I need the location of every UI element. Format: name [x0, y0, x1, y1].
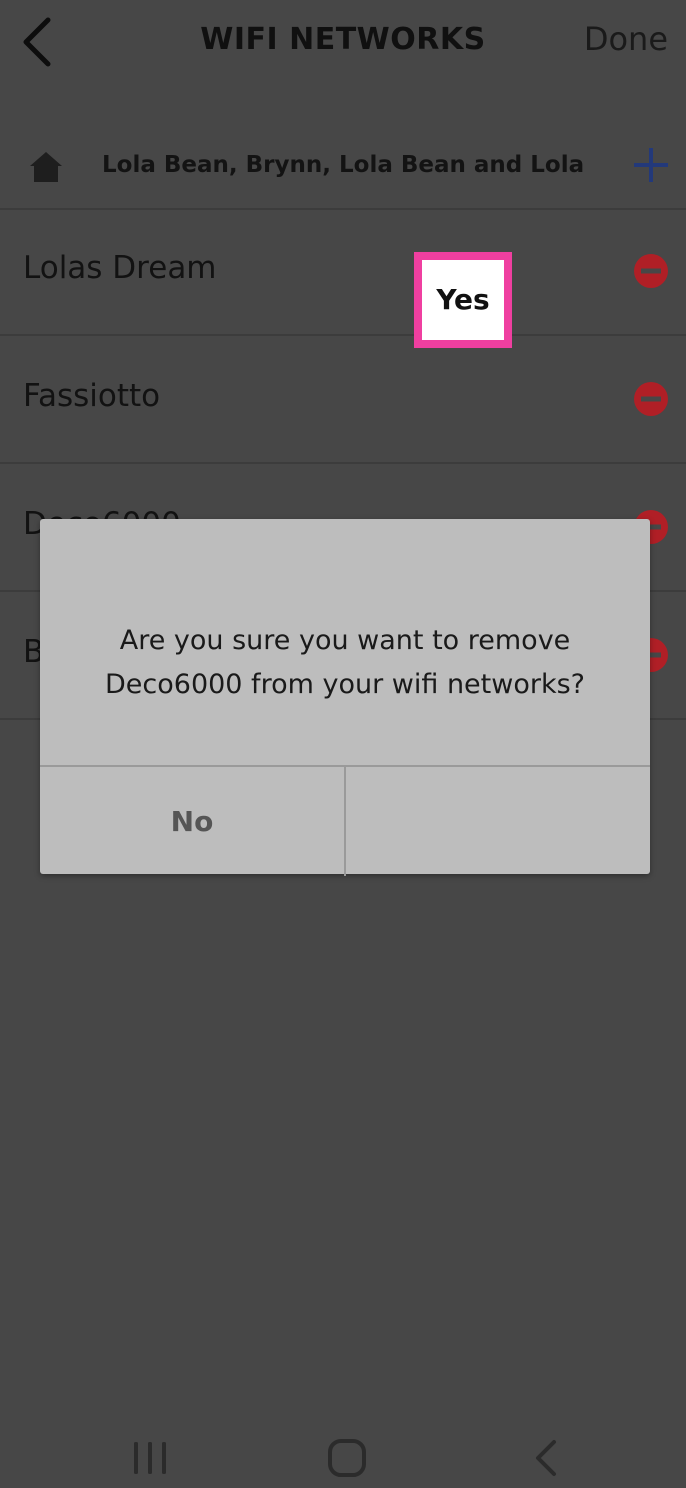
network-name: Lolas Dream	[23, 250, 217, 286]
home-row: Lola Bean, Brynn, Lola Bean and Lola	[0, 128, 686, 210]
network-row: Fassiotto	[0, 336, 686, 464]
dialog-message: Are you sure you want to remove Deco6000…	[70, 619, 620, 707]
dialog-actions: No	[40, 765, 650, 876]
recent-apps-button[interactable]	[130, 1440, 170, 1476]
network-row: Lolas Dream	[0, 208, 686, 336]
minus-circle-icon	[634, 254, 668, 288]
system-nav-bar	[0, 1420, 686, 1488]
home-icon	[30, 152, 62, 182]
add-network-button[interactable]	[634, 148, 668, 182]
yes-button-area[interactable]	[346, 767, 650, 876]
minus-circle-icon	[634, 382, 668, 416]
confirm-remove-dialog: Are you sure you want to remove Deco6000…	[40, 519, 650, 876]
back-nav-button[interactable]	[532, 1438, 560, 1478]
no-button[interactable]: No	[40, 767, 346, 876]
remove-network-button[interactable]	[634, 254, 668, 288]
done-button[interactable]: Done	[584, 20, 668, 58]
yes-button[interactable]: Yes	[414, 252, 512, 348]
dialog-message-line: Are you sure you want to remove	[119, 625, 571, 656]
back-nav-icon	[536, 1440, 556, 1476]
header: WIFI NETWORKS Done	[0, 0, 686, 96]
wifi-networks-screen: WIFI NETWORKS Done Lola Bean, Brynn, Lol…	[0, 0, 686, 1488]
recent-apps-icon	[134, 1442, 166, 1474]
dialog-message-line: Deco6000 from your wifi networks?	[105, 669, 585, 700]
plus-icon	[634, 148, 668, 182]
home-label: Lola Bean, Brynn, Lola Bean and Lola	[102, 152, 585, 178]
network-name: Fassiotto	[23, 378, 161, 414]
home-nav-button[interactable]	[327, 1438, 367, 1478]
home-nav-icon	[328, 1439, 366, 1477]
remove-network-button[interactable]	[634, 382, 668, 416]
